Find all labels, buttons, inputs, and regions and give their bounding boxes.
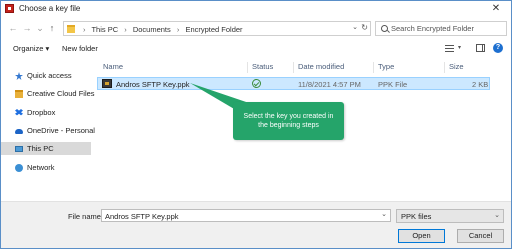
back-button[interactable]: ← bbox=[7, 21, 19, 35]
help-icon[interactable]: ? bbox=[493, 43, 503, 53]
column-header-type[interactable]: Type bbox=[378, 62, 394, 71]
breadcrumb-documents[interactable]: Documents bbox=[133, 25, 171, 34]
navigation-pane: Quick access Creative Cloud Files Dropbo… bbox=[1, 61, 95, 201]
breadcrumb: › This PC › Documents › Encrypted Folder bbox=[79, 25, 243, 34]
callout-text-line-1: Select the key you created in bbox=[243, 113, 334, 120]
file-date-modified: 11/8/2021 4:57 PM bbox=[298, 80, 361, 89]
chevron-down-icon[interactable]: ⌄ bbox=[494, 211, 500, 219]
computer-icon bbox=[15, 146, 23, 152]
sidebar-item-label: Dropbox bbox=[27, 108, 56, 117]
file-type-value: PPK files bbox=[401, 212, 432, 221]
sidebar-item-label: Creative Cloud Files bbox=[27, 89, 95, 98]
navigation-row: ← → ⌄ ↑ › This PC › Documents › Encrypte… bbox=[1, 19, 511, 37]
up-button[interactable]: ↑ bbox=[46, 21, 58, 35]
sidebar-item-label: Network bbox=[27, 163, 55, 172]
star-icon bbox=[15, 72, 23, 80]
file-name-label: File name: bbox=[68, 212, 104, 221]
sidebar-item-onedrive[interactable]: OneDrive - Personal bbox=[1, 124, 95, 137]
search-input[interactable] bbox=[391, 23, 505, 34]
key-file-icon bbox=[102, 79, 112, 88]
recent-locations-button[interactable]: ⌄ bbox=[34, 21, 46, 35]
file-size: 2 KB bbox=[472, 80, 489, 89]
forward-button[interactable]: → bbox=[21, 21, 33, 35]
sidebar-item-quick-access[interactable]: Quick access bbox=[1, 69, 91, 82]
creative-cloud-folder-icon bbox=[15, 90, 23, 98]
chevron-down-icon[interactable]: ⌄ bbox=[381, 210, 387, 218]
search-icon bbox=[381, 25, 388, 32]
file-type-select[interactable]: PPK files ⌄ bbox=[396, 209, 504, 223]
sidebar-item-creative-cloud[interactable]: Creative Cloud Files bbox=[1, 87, 95, 100]
file-name: Andros SFTP Key.ppk bbox=[116, 80, 190, 89]
column-divider[interactable] bbox=[373, 62, 374, 73]
callout-text-line-2: the beginning steps bbox=[258, 122, 319, 129]
file-dialog: Choose a key file ✕ ← → ⌄ ↑ › This PC › … bbox=[0, 0, 512, 249]
dropbox-icon bbox=[15, 109, 23, 116]
breadcrumb-separator: › bbox=[176, 25, 180, 34]
sidebar-item-label: OneDrive - Personal bbox=[27, 126, 95, 135]
cancel-button[interactable]: Cancel bbox=[457, 229, 504, 243]
address-dropdown-icon[interactable]: ⌄ bbox=[352, 23, 358, 31]
search-box bbox=[375, 21, 507, 36]
file-row[interactable]: Andros SFTP Key.ppk 11/8/2021 4:57 PM PP… bbox=[97, 77, 490, 90]
sidebar-item-label: This PC bbox=[27, 144, 54, 153]
view-dropdown-icon[interactable]: ▾ bbox=[458, 44, 461, 51]
file-name-input[interactable] bbox=[105, 211, 375, 221]
column-divider[interactable] bbox=[293, 62, 294, 73]
annotation-callout: Select the key you created in the beginn… bbox=[233, 102, 344, 140]
dialog-footer: File name: ⌄ PPK files ⌄ Open Cancel bbox=[1, 201, 511, 248]
onedrive-icon bbox=[15, 129, 23, 134]
column-divider[interactable] bbox=[247, 62, 248, 73]
file-type: PPK File bbox=[378, 80, 408, 89]
network-icon bbox=[15, 164, 23, 172]
title-bar: Choose a key file ✕ bbox=[1, 1, 511, 17]
close-button[interactable]: ✕ bbox=[483, 1, 509, 17]
filezilla-icon bbox=[5, 4, 14, 13]
sidebar-item-label: Quick access bbox=[27, 71, 72, 80]
breadcrumb-separator: › bbox=[124, 25, 127, 34]
sync-status-icon bbox=[252, 79, 261, 88]
breadcrumb-separator: › bbox=[83, 25, 86, 34]
organize-button[interactable]: Organize ▾ bbox=[13, 44, 49, 53]
new-folder-button[interactable]: New folder bbox=[62, 44, 98, 53]
open-button[interactable]: Open bbox=[398, 229, 445, 243]
breadcrumb-this-pc[interactable]: This PC bbox=[91, 25, 118, 34]
column-header-status[interactable]: Status bbox=[252, 62, 273, 71]
file-name-combobox[interactable]: ⌄ bbox=[101, 209, 391, 222]
sidebar-item-network[interactable]: Network bbox=[1, 161, 91, 174]
dialog-title: Choose a key file bbox=[19, 4, 81, 13]
command-bar: Organize ▾ New folder ▾ ? bbox=[1, 40, 511, 58]
sidebar-item-dropbox[interactable]: Dropbox bbox=[1, 106, 91, 119]
folder-icon bbox=[67, 25, 75, 33]
column-divider[interactable] bbox=[444, 62, 445, 73]
breadcrumb-encrypted-folder[interactable]: Encrypted Folder bbox=[185, 25, 242, 34]
sidebar-item-this-pc[interactable]: This PC bbox=[1, 142, 91, 155]
refresh-icon[interactable]: ↻ bbox=[361, 23, 368, 32]
preview-pane-icon[interactable] bbox=[476, 44, 485, 52]
column-header-name[interactable]: Name bbox=[103, 62, 123, 71]
column-header-date-modified[interactable]: Date modified bbox=[298, 62, 344, 71]
column-header-size[interactable]: Size bbox=[449, 62, 464, 71]
address-bar[interactable]: › This PC › Documents › Encrypted Folder… bbox=[63, 21, 371, 36]
view-options-icon[interactable] bbox=[445, 45, 454, 52]
